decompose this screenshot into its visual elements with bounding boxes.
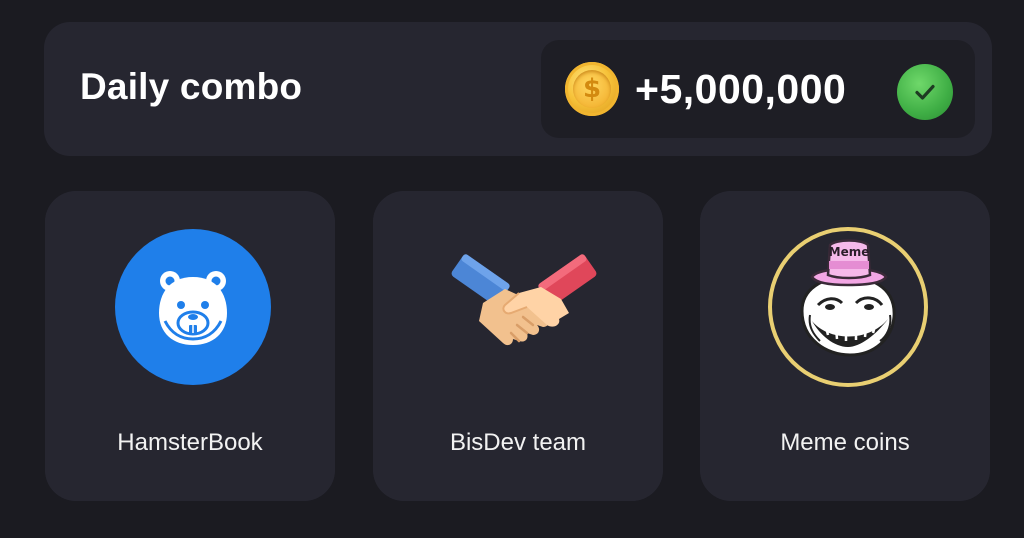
combo-card-bisdev-team[interactable]: BisDev team bbox=[370, 188, 666, 504]
combo-card-meme-coins[interactable]: Meme Meme coins bbox=[697, 188, 993, 504]
card-label: BisDev team bbox=[449, 429, 587, 456]
daily-combo-screen: Daily combo $ +5,000,000 HamsterBook Bis… bbox=[0, 0, 1024, 538]
trollface-meme-hat-icon: Meme bbox=[768, 227, 928, 387]
card-label: HamsterBook bbox=[117, 429, 263, 456]
reward-amount: +5,000,000 bbox=[635, 66, 847, 112]
daily-combo-header: Daily combo $ +5,000,000 bbox=[44, 22, 992, 156]
coin-symbol: $ bbox=[573, 70, 611, 108]
handshake-icon bbox=[443, 229, 599, 385]
meme-hat-text: Meme bbox=[829, 245, 870, 259]
hamster-face-icon bbox=[115, 229, 271, 385]
checkmark-icon bbox=[897, 64, 953, 120]
reward-badge: $ +5,000,000 bbox=[541, 40, 975, 138]
combo-card-hamsterbook[interactable]: HamsterBook bbox=[42, 188, 338, 504]
coin-icon: $ bbox=[565, 62, 619, 116]
card-label: Meme coins bbox=[780, 429, 910, 456]
page-title: Daily combo bbox=[80, 66, 303, 107]
